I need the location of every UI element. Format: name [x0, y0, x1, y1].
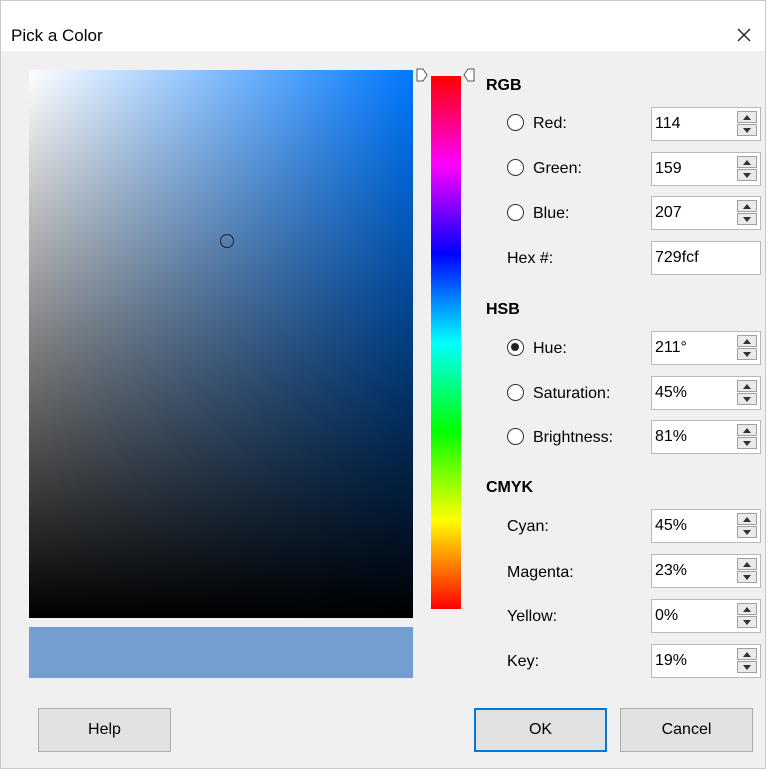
yellow-spin-field[interactable]: 0%: [651, 599, 761, 633]
green-decrement-button[interactable]: [737, 169, 757, 181]
dialog-title: Pick a Color: [11, 26, 103, 45]
red-value[interactable]: 114: [655, 115, 681, 133]
down-arrow-icon: [743, 127, 751, 133]
red-radio[interactable]: [507, 114, 524, 131]
key-value[interactable]: 19%: [655, 652, 687, 670]
up-arrow-icon: [743, 606, 751, 612]
cyan-spin-field[interactable]: 45%: [651, 509, 761, 543]
saturation-spin-field[interactable]: 45%: [651, 376, 761, 410]
brightness-increment-button[interactable]: [737, 424, 757, 436]
hue-slider-left-arrow-icon[interactable]: [416, 68, 428, 82]
brightness-spin-field[interactable]: 81%: [651, 420, 761, 454]
hue-value[interactable]: 211°: [655, 339, 687, 357]
yellow-value[interactable]: 0%: [655, 607, 678, 625]
help-button[interactable]: Help: [38, 708, 171, 752]
saturation-increment-button[interactable]: [737, 380, 757, 392]
red-increment-button[interactable]: [737, 111, 757, 123]
hex-label: Hex #:: [507, 250, 554, 267]
magenta-spin-field[interactable]: 23%: [651, 554, 761, 588]
hex-input[interactable]: 729fcf: [651, 241, 761, 275]
hue-spin-field[interactable]: 211°: [651, 331, 761, 365]
cyan-decrement-button[interactable]: [737, 526, 757, 538]
magenta-increment-button[interactable]: [737, 558, 757, 570]
hue-increment-button[interactable]: [737, 335, 757, 347]
cyan-label: Cyan:: [507, 518, 549, 535]
blue-decrement-button[interactable]: [737, 213, 757, 225]
rgb-heading: RGB: [486, 77, 522, 94]
green-increment-button[interactable]: [737, 156, 757, 168]
color-picker-marker[interactable]: [220, 234, 234, 248]
red-decrement-button[interactable]: [737, 124, 757, 136]
key-label: Key:: [507, 653, 540, 670]
hue-decrement-button[interactable]: [737, 348, 757, 360]
blue-label: Blue:: [533, 205, 570, 222]
hue-label: Hue:: [533, 340, 567, 357]
down-arrow-icon: [743, 172, 751, 178]
up-arrow-icon: [743, 338, 751, 344]
key-spin-field[interactable]: 19%: [651, 644, 761, 678]
up-arrow-icon: [743, 383, 751, 389]
red-spin-field[interactable]: 114: [651, 107, 761, 141]
saturation-value[interactable]: 45%: [655, 384, 687, 402]
close-button[interactable]: [727, 21, 761, 49]
saturation-decrement-button[interactable]: [737, 393, 757, 405]
ok-button[interactable]: OK: [474, 708, 607, 752]
up-arrow-icon: [743, 114, 751, 120]
key-increment-button[interactable]: [737, 648, 757, 660]
down-arrow-icon: [743, 351, 751, 357]
magenta-label: Magenta:: [507, 564, 574, 581]
blue-spin-field[interactable]: 207: [651, 196, 761, 230]
green-label: Green:: [533, 160, 582, 177]
up-arrow-icon: [743, 203, 751, 209]
down-arrow-icon: [743, 574, 751, 580]
cmyk-heading: CMYK: [486, 479, 534, 496]
magenta-value[interactable]: 23%: [655, 562, 687, 580]
key-decrement-button[interactable]: [737, 661, 757, 673]
cyan-value[interactable]: 45%: [655, 517, 687, 535]
saturation-brightness-field[interactable]: [29, 70, 413, 618]
brightness-value[interactable]: 81%: [655, 428, 687, 446]
cyan-increment-button[interactable]: [737, 513, 757, 525]
brightness-label: Brightness:: [533, 429, 614, 446]
down-arrow-icon: [743, 396, 751, 402]
blue-radio[interactable]: [507, 204, 524, 221]
blue-increment-button[interactable]: [737, 200, 757, 212]
color-preview-swatch: [29, 627, 413, 678]
down-arrow-icon: [743, 216, 751, 222]
down-arrow-icon: [743, 619, 751, 625]
red-label: Red:: [533, 115, 567, 132]
green-spin-field[interactable]: 159: [651, 152, 761, 186]
blue-value[interactable]: 207: [655, 204, 682, 222]
hue-slider-right-arrow-icon[interactable]: [463, 68, 475, 82]
pick-color-dialog: Pick a Color RGB Red: 114 Green: 159 Blu…: [0, 0, 766, 769]
up-arrow-icon: [743, 561, 751, 567]
magenta-decrement-button[interactable]: [737, 571, 757, 583]
green-radio[interactable]: [507, 159, 524, 176]
brightness-decrement-button[interactable]: [737, 437, 757, 449]
saturation-label: Saturation:: [533, 385, 611, 402]
close-icon: [737, 28, 751, 42]
down-arrow-icon: [743, 440, 751, 446]
saturation-radio[interactable]: [507, 384, 524, 401]
down-arrow-icon: [743, 664, 751, 670]
yellow-decrement-button[interactable]: [737, 616, 757, 628]
down-arrow-icon: [743, 529, 751, 535]
hsb-heading: HSB: [486, 301, 520, 318]
green-value[interactable]: 159: [655, 160, 682, 178]
hue-radio[interactable]: [507, 339, 524, 356]
up-arrow-icon: [743, 651, 751, 657]
up-arrow-icon: [743, 427, 751, 433]
up-arrow-icon: [743, 516, 751, 522]
up-arrow-icon: [743, 159, 751, 165]
field-black-gradient: [29, 70, 413, 618]
cancel-button[interactable]: Cancel: [620, 708, 753, 752]
yellow-label: Yellow:: [507, 608, 558, 625]
hex-value[interactable]: 729fcf: [655, 249, 699, 267]
brightness-radio[interactable]: [507, 428, 524, 445]
title-bar: Pick a Color: [1, 1, 765, 51]
hue-slider[interactable]: [431, 76, 461, 609]
yellow-increment-button[interactable]: [737, 603, 757, 615]
